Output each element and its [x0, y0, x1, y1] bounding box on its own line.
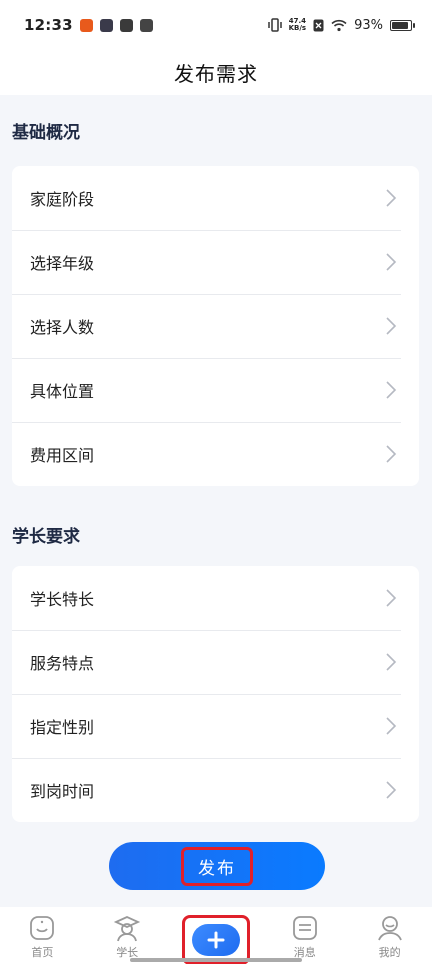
- plus-icon: [207, 931, 225, 949]
- chevron-right-icon: [381, 188, 401, 208]
- row-service-feature[interactable]: 服务特点: [12, 630, 419, 694]
- tab-publish[interactable]: [181, 915, 250, 964]
- row-select-grade[interactable]: 选择年级: [12, 230, 419, 294]
- row-senior-skill[interactable]: 学长特长: [12, 566, 419, 630]
- chevron-right-icon: [381, 444, 401, 464]
- row-label: 指定性别: [30, 718, 95, 737]
- video-app-icon: [99, 18, 113, 32]
- row-label: 到岗时间: [30, 782, 95, 801]
- plus-button[interactable]: [191, 924, 240, 956]
- row-location[interactable]: 具体位置: [12, 358, 419, 422]
- row-family-stage[interactable]: 家庭阶段: [12, 166, 419, 230]
- sim-off-icon: [313, 19, 324, 31]
- graduate-icon: [114, 916, 141, 942]
- net-speed-unit: KB/s: [288, 24, 307, 32]
- status-time: 12:33: [24, 16, 73, 34]
- row-label: 服务特点: [30, 654, 95, 673]
- publish-button-label: 发布: [181, 846, 253, 886]
- battery-fill: [392, 21, 408, 29]
- row-label: 选择人数: [30, 318, 95, 337]
- row-label: 学长特长: [30, 590, 95, 609]
- chevron-right-icon: [381, 316, 401, 336]
- vibrate-icon: [267, 18, 282, 32]
- chevron-right-icon: [381, 588, 401, 608]
- chevron-right-icon: [381, 252, 401, 272]
- chevron-right-icon: [381, 716, 401, 736]
- profile-icon: [377, 916, 402, 941]
- publish-button[interactable]: 发布: [109, 842, 325, 890]
- chevron-right-icon: [381, 380, 401, 400]
- wifi-icon: [331, 19, 347, 31]
- mail-app-icon: [139, 18, 153, 32]
- row-label: 具体位置: [30, 382, 95, 401]
- battery-percent: 93%: [354, 17, 383, 33]
- basic-card: 家庭阶段 选择年级 选择人数 具体位置 费用区间: [12, 166, 419, 486]
- nav-bar: 发布需求: [0, 50, 432, 95]
- row-label: 费用区间: [30, 446, 95, 465]
- tab-label: 我的: [378, 946, 401, 959]
- row-label: 家庭阶段: [30, 190, 95, 209]
- page-title: 发布需求: [174, 62, 258, 86]
- smile-home-icon: [30, 916, 55, 940]
- row-arrival-time[interactable]: 到岗时间: [12, 758, 419, 822]
- row-select-count[interactable]: 选择人数: [12, 294, 419, 358]
- chevron-right-icon: [381, 652, 401, 672]
- section-title-senior: 学长要求: [12, 527, 80, 547]
- row-gender[interactable]: 指定性别: [12, 694, 419, 758]
- status-bar: 12:33 47.4 KB/s 93%: [0, 0, 432, 50]
- link-app-icon: [119, 18, 133, 32]
- app-notification-icon: [79, 18, 93, 32]
- home-indicator: [130, 958, 302, 962]
- net-speed: 47.4 KB/s: [289, 18, 306, 32]
- status-right: 47.4 KB/s 93%: [267, 17, 415, 33]
- tab-label: 首页: [31, 946, 54, 959]
- section-title-basic: 基础概况: [12, 123, 80, 143]
- battery-icon: [390, 19, 415, 31]
- row-fee-range[interactable]: 费用区间: [12, 422, 419, 486]
- senior-card: 学长特长 服务特点 指定性别 到岗时间: [12, 566, 419, 822]
- tab-senior[interactable]: 学长: [97, 913, 157, 960]
- tab-profile[interactable]: 我的: [360, 913, 420, 960]
- bottom-tab-bar: 首页 学长 消息 我的: [0, 907, 432, 964]
- status-left: 12:33: [24, 16, 153, 34]
- tab-messages[interactable]: 消息: [275, 913, 335, 960]
- tab-home[interactable]: 首页: [12, 913, 72, 960]
- message-icon: [292, 916, 317, 940]
- row-label: 选择年级: [30, 254, 95, 273]
- chevron-right-icon: [381, 780, 401, 800]
